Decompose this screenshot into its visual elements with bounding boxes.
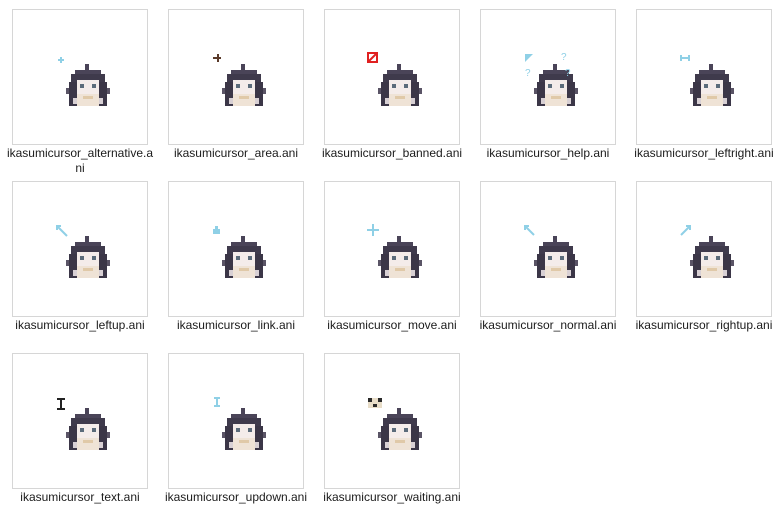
file-thumbnail[interactable] [636, 181, 772, 317]
cursor-preview [680, 55, 734, 106]
character-sprite [534, 64, 578, 106]
updown-arrow-icon [214, 397, 220, 407]
file-name[interactable]: ikasumicursor_leftup.ani [6, 318, 154, 333]
rightup-arrow-icon [680, 225, 691, 236]
svg-text:?: ? [561, 52, 567, 63]
file-name[interactable]: ikasumicursor_waiting.ani [318, 490, 466, 505]
file-thumbnail[interactable] [636, 9, 772, 145]
character-sprite [66, 408, 110, 450]
cursor-preview [214, 397, 266, 450]
character-sprite [222, 408, 266, 450]
file-thumbnail[interactable] [168, 9, 304, 145]
character-sprite [66, 236, 110, 278]
cursor-preview [367, 52, 422, 106]
text-ibeam-icon [57, 398, 65, 410]
file-grid: ikasumicursor_alternative.ani ikasumicur… [0, 0, 783, 527]
file-item[interactable]: ikasumicursor_area.ani [168, 9, 324, 179]
character-sprite [690, 236, 734, 278]
file-item[interactable]: ikasumicursor_banned.ani [322, 9, 480, 179]
character-sprite [534, 236, 578, 278]
file-name[interactable]: ikasumicursor_text.ani [6, 490, 154, 505]
file-item[interactable]: ikasumicursor_rightup.ani [636, 181, 783, 351]
file-item[interactable]: ikasumicursor_link.ani [168, 181, 324, 351]
character-sprite [222, 236, 266, 278]
svg-text:?: ? [565, 68, 571, 79]
file-item[interactable]: ikasumicursor_updown.ani [165, 353, 324, 523]
file-name[interactable]: ikasumicursor_alternative.ani [6, 146, 154, 176]
file-item[interactable]: ikasumicursor_alternative.ani [7, 9, 168, 179]
file-thumbnail[interactable] [324, 9, 460, 145]
svg-text:?: ? [525, 68, 531, 79]
cursor-preview [524, 225, 578, 278]
file-item[interactable]: ikasumicursor_waiting.ani [323, 353, 480, 523]
cursor-preview [368, 398, 422, 450]
file-thumbnail[interactable] [12, 181, 148, 317]
character-sprite [66, 64, 110, 106]
character-sprite [378, 64, 422, 106]
file-name[interactable]: ikasumicursor_move.ani [318, 318, 466, 333]
cursor-preview [213, 226, 266, 278]
cursor-preview [56, 225, 110, 278]
file-item[interactable]: ikasumicursor_text.ani [12, 353, 168, 523]
file-thumbnail[interactable] [168, 181, 304, 317]
file-item[interactable]: ikasumicursor_leftup.ani [12, 181, 168, 351]
file-thumbnail[interactable] [168, 353, 304, 489]
file-thumbnail[interactable] [480, 181, 616, 317]
file-thumbnail[interactable] [324, 181, 460, 317]
character-sprite [222, 64, 266, 106]
leftup-arrow-icon [56, 225, 68, 237]
cursor-preview [58, 57, 110, 106]
cursor-preview: ? ? ? [525, 52, 578, 106]
file-thumbnail[interactable] [12, 9, 148, 145]
move-arrows-icon [367, 224, 379, 236]
link-hand-icon [213, 226, 220, 234]
character-sprite [690, 64, 734, 106]
file-thumbnail[interactable] [324, 353, 460, 489]
file-thumbnail[interactable]: ? ? ? [480, 9, 616, 145]
crosshair-icon [213, 54, 221, 62]
file-thumbnail[interactable] [12, 353, 148, 489]
character-sprite [378, 408, 422, 450]
file-name[interactable]: ikasumicursor_leftright.ani [630, 146, 778, 161]
file-item[interactable]: ikasumicursor_normal.ani [480, 181, 636, 351]
file-name[interactable]: ikasumicursor_rightup.ani [630, 318, 778, 333]
file-name[interactable]: ikasumicursor_area.ani [162, 146, 310, 161]
alternative-arrow-icon [58, 57, 64, 63]
cursor-preview [213, 54, 266, 106]
file-name[interactable]: ikasumicursor_updown.ani [162, 490, 310, 505]
file-name[interactable]: ikasumicursor_help.ani [474, 146, 622, 161]
normal-arrow-icon [524, 225, 535, 236]
file-item[interactable]: ? ? ? ikasumicursor_help.ani [480, 9, 636, 179]
file-item[interactable]: ikasumicursor_leftright.ani [634, 9, 783, 179]
banned-icon [367, 52, 378, 63]
file-item[interactable]: ikasumicursor_move.ani [324, 181, 480, 351]
cursor-preview [367, 224, 422, 278]
character-sprite [378, 236, 422, 278]
file-name[interactable]: ikasumicursor_banned.ani [318, 146, 466, 161]
cursor-preview [680, 225, 734, 278]
file-name[interactable]: ikasumicursor_link.ani [162, 318, 310, 333]
waiting-icon [368, 398, 382, 408]
file-name[interactable]: ikasumicursor_normal.ani [474, 318, 622, 333]
cursor-preview [57, 398, 110, 450]
leftright-arrow-icon [680, 55, 690, 61]
